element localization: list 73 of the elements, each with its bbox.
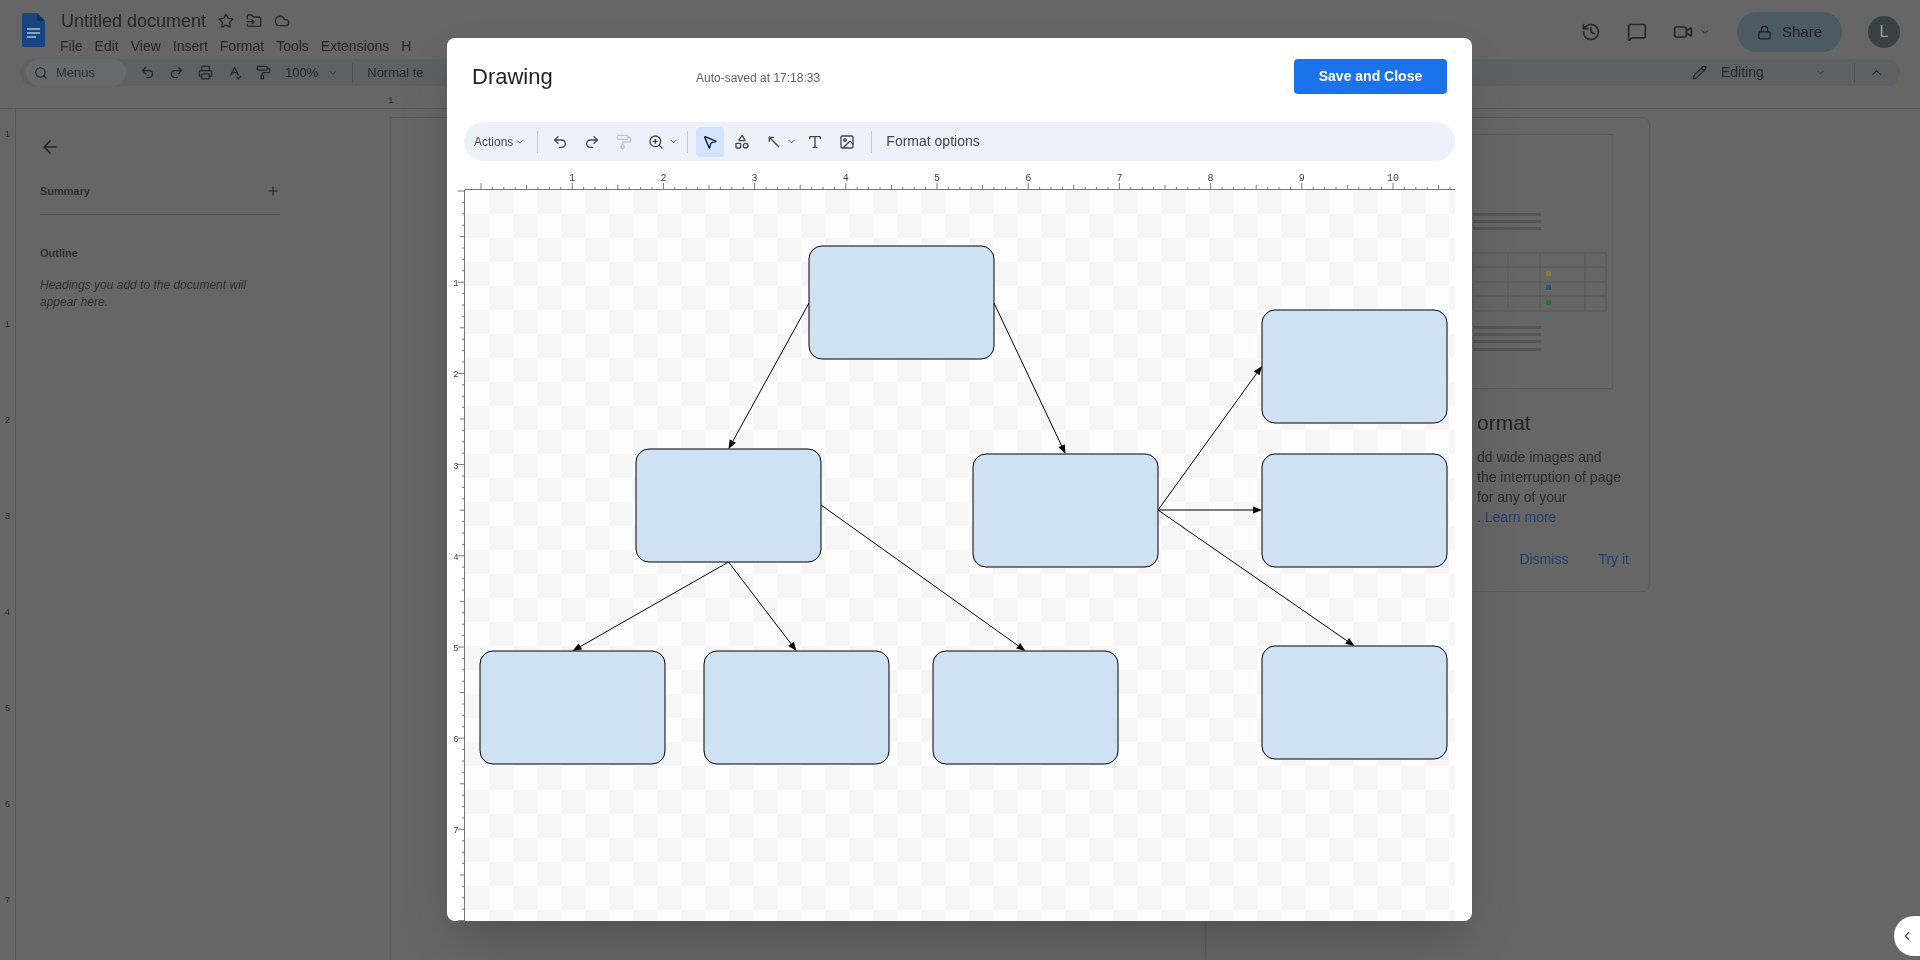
- save-and-close-button[interactable]: Save and Close: [1294, 58, 1447, 94]
- actions-menu-button[interactable]: Actions: [474, 132, 530, 151]
- print-icon[interactable]: [198, 65, 213, 80]
- search-menus-field[interactable]: Menus: [26, 59, 126, 86]
- image-icon: [839, 133, 856, 150]
- ruler-number: 9: [1298, 173, 1305, 184]
- redo-icon: [584, 133, 601, 150]
- add-icon[interactable]: [266, 184, 280, 199]
- pointer-icon: [702, 133, 719, 150]
- star-icon[interactable]: [218, 13, 235, 29]
- menu-item[interactable]: Extensions: [315, 36, 395, 56]
- style-dropdown[interactable]: Normal te: [367, 62, 424, 83]
- promo-heading: ormat: [1477, 410, 1532, 436]
- promo-action-button[interactable]: Try it: [1598, 548, 1629, 570]
- menu-item[interactable]: Insert: [167, 36, 213, 56]
- ruler-number: 8: [1207, 173, 1214, 184]
- ruler-number: 3: [751, 173, 758, 184]
- ruler-number: 1: [569, 173, 576, 184]
- menu-item[interactable]: Tools: [271, 36, 314, 56]
- lock-icon: [1756, 24, 1772, 40]
- cloud-icon[interactable]: [274, 13, 291, 29]
- ruler-number: 4: [842, 173, 849, 184]
- outline-hint: Headings you add to the document will appear here.: [40, 277, 248, 311]
- zoom-dropdown[interactable]: 100%: [285, 62, 339, 83]
- shapes-icon: [734, 133, 751, 150]
- ruler-number: 3: [453, 461, 459, 472]
- summary-label: Summary: [40, 184, 91, 199]
- promo-description: dd wide images and the interruption of page for any of your . Learn more: [1477, 447, 1622, 527]
- redo-icon[interactable]: [169, 65, 184, 80]
- ruler-number: 2: [660, 173, 667, 184]
- comment-icon[interactable]: [1626, 22, 1647, 42]
- menu-item[interactable]: View: [125, 36, 166, 56]
- search-icon: [34, 65, 48, 80]
- menu-item[interactable]: File: [55, 36, 88, 56]
- ruler-number: 2: [453, 370, 459, 381]
- promo-action-button[interactable]: Dismiss: [1519, 548, 1569, 570]
- ruler-number: 1: [5, 129, 10, 139]
- ruler-number: 1: [5, 319, 10, 329]
- paint-format-icon: [616, 133, 633, 150]
- search-placeholder: Menus: [56, 63, 96, 82]
- folder-icon[interactable]: [246, 13, 263, 29]
- spellcheck-icon[interactable]: [227, 65, 242, 80]
- ruler-number: 7: [453, 826, 459, 837]
- side-panel-toggle[interactable]: [1894, 916, 1920, 956]
- editing-mode-dropdown[interactable]: Editing: [1721, 62, 1801, 83]
- ruler-number: 10: [1387, 173, 1399, 184]
- menu-item[interactable]: Format: [214, 36, 270, 56]
- undo-icon[interactable]: [140, 65, 155, 80]
- ruler-number: 5: [453, 644, 459, 654]
- ruler-number: 1: [453, 279, 459, 290]
- avatar[interactable]: L: [1868, 16, 1900, 48]
- undo-icon: [552, 133, 569, 150]
- menu-item[interactable]: Edit: [89, 36, 124, 56]
- format-options-button[interactable]: Format options: [882, 131, 984, 152]
- ruler-number: 6: [1025, 173, 1032, 184]
- ruler-number: 6: [453, 735, 459, 746]
- pencil-icon: [1692, 65, 1707, 80]
- zoom-icon: [648, 133, 665, 150]
- paint-format-icon[interactable]: [256, 65, 271, 80]
- document-logo-icon[interactable]: [22, 13, 45, 47]
- dialog-title: Drawing: [472, 62, 554, 91]
- tool-button[interactable]: [696, 126, 725, 157]
- share-button[interactable]: Share: [1736, 12, 1842, 52]
- text-box-icon: [807, 133, 824, 150]
- autosave-status: Auto-saved at 17:18:33: [696, 70, 821, 87]
- ruler-number: 4: [453, 552, 459, 563]
- menu-item[interactable]: H: [396, 36, 417, 56]
- learn-more-link[interactable]: Learn more: [1484, 508, 1557, 525]
- ruler-number: 7: [1116, 173, 1123, 184]
- ruler-number: 5: [934, 173, 940, 184]
- document-title[interactable]: Untitled document: [61, 10, 207, 32]
- outline-label: Outline: [40, 245, 79, 261]
- history-icon[interactable]: [1580, 22, 1601, 42]
